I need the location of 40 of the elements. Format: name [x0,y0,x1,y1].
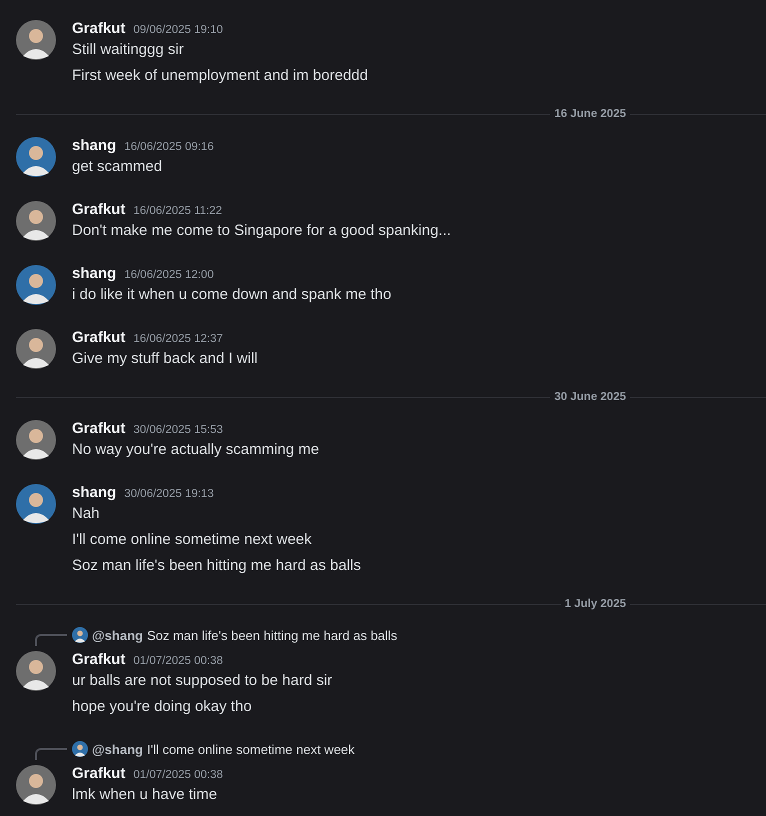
reply-author[interactable]: @shang [92,628,143,642]
message-text: ur balls are not supposed to be hard sir [72,671,332,691]
timestamp: 09/06/2025 19:10 [133,23,223,38]
timestamp: 16/06/2025 12:00 [124,268,214,283]
timestamp: 01/07/2025 00:38 [133,768,223,783]
message-text: Soz man life's been hitting me hard as balls [72,556,361,576]
message-text: lmk when u have time [72,785,218,805]
timestamp: 16/06/2025 12:37 [133,332,223,347]
message-text: hope you're doing okay tho [72,697,253,717]
username[interactable]: Grafkut [72,200,126,220]
username[interactable]: Grafkut [72,650,126,670]
message-text: Give my stuff back and I will [72,349,258,369]
date-divider-label: 16 June 2025 [553,107,627,121]
timestamp: 16/06/2025 09:16 [124,140,214,155]
date-divider-label: 1 July 2025 [564,597,627,611]
timestamp: 16/06/2025 11:22 [133,204,222,219]
message-text: First week of unemployment and im boreddd [72,66,368,86]
message-text: No way you're actually scamming me [72,440,320,460]
username[interactable]: shang [72,483,116,503]
message-text: i do like it when u come down and spank me tho [72,285,392,305]
date-divider-label: 30 June 2025 [553,390,627,404]
message-text: I'll come online sometime next week [72,530,313,550]
reply-author[interactable]: @shang [92,742,143,756]
timestamp: 30/06/2025 15:53 [133,423,223,438]
timestamp: 01/07/2025 00:38 [133,654,223,669]
message-text: Nah [72,504,101,524]
reply-connector [35,748,67,760]
timestamp: 30/06/2025 19:13 [124,487,214,502]
username[interactable]: shang [72,264,116,284]
username[interactable]: Grafkut [72,764,126,784]
message-text: get scammed [72,157,164,177]
message-text: Don't make me come to Singapore for a good spanking... [72,221,451,241]
reply-preview[interactable]: Soz man life's been hitting me hard as balls [146,628,398,642]
username[interactable]: shang [72,136,116,156]
reply-preview[interactable]: I'll come online sometime next week [146,742,355,756]
username[interactable]: Grafkut [72,419,126,439]
username[interactable]: Grafkut [72,328,126,348]
reply-connector [35,634,67,646]
username[interactable]: Grafkut [72,19,126,39]
message-text: Still waitinggg sir [72,40,185,60]
